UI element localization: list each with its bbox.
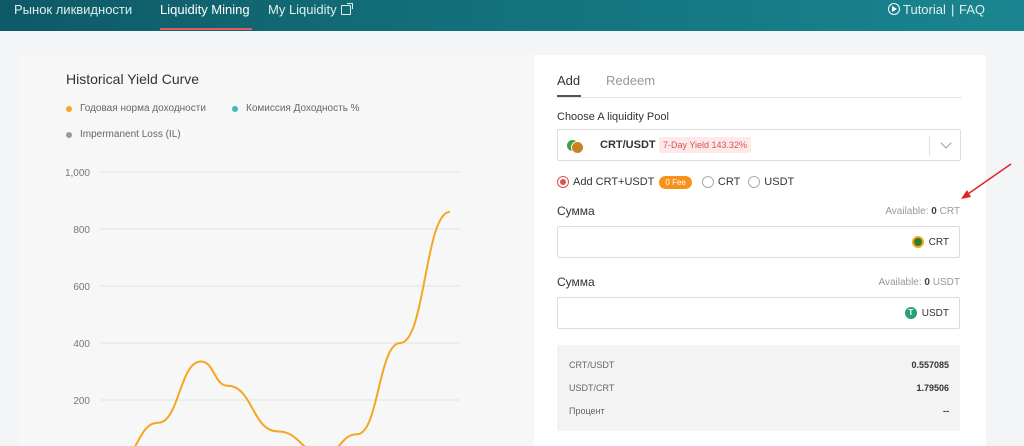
tutorial-label: Tutorial [903,2,946,17]
available-unit: CRT [939,206,960,217]
select-separator [929,136,930,156]
amount2-coin: T USDT [904,307,949,319]
external-link-icon [340,3,353,15]
yield-chart-card: Historical Yield Curve Годовая норма дох… [20,55,534,446]
tab-divider [557,97,962,98]
liquidity-form-card: Add Redeem Choose A liquidity Pool CRT/U… [534,55,986,446]
nav-my-liquidity-label: My Liquidity [268,2,337,17]
y-tick-label: 800 [73,225,90,236]
chevron-down-icon[interactable] [940,137,952,149]
series-line-annual-yield [134,210,451,446]
available-prefix: Available: [885,206,929,217]
info-value: -- [943,406,949,416]
amount1-available: Available: 0 CRT [885,206,960,217]
crt-coin-icon [911,236,924,248]
y-tick-label: 200 [73,396,90,407]
radio-add-both[interactable] [557,176,569,188]
amount1-coin: CRT [911,236,949,248]
tab-add[interactable]: Add [557,73,580,88]
nav-my-liquidity[interactable]: My Liquidity [268,1,353,19]
usdt-coin-icon: T [904,307,917,319]
info-label: USDT/CRT [569,383,615,393]
faq-link[interactable]: FAQ [959,1,985,19]
y-tick-label: 400 [73,339,90,350]
y-tick-label: 600 [73,282,90,293]
radio-label-crt: CRT [717,176,741,188]
nav-separator: | [951,2,955,17]
active-nav-indicator [160,28,252,30]
amount1-input[interactable]: CRT [557,226,960,258]
info-label: Процент [569,406,605,416]
available-unit: USDT [932,277,960,288]
yield-badge: 7-Day Yield 143.32% [659,137,752,153]
yield-chart: 1,000 800 600 400 200 [65,168,460,446]
pool-coin-pair-icon [566,138,584,154]
y-tick-label: 1,000 [65,168,90,179]
info-row: Процент -- [569,406,949,416]
radio-usdt[interactable] [748,176,761,188]
amount2-coin-label: USDT [921,307,949,319]
add-mode-options: Add CRT+USDT 0 Fee CRT USDT [557,173,802,191]
available-value: 0 [931,206,937,217]
pool-name: CRT/USDT [600,139,656,151]
amount2-label: Сумма [557,275,595,289]
nav-liquidity-mining[interactable]: Liquidity Mining [160,1,250,19]
radio-label-usdt: USDT [764,176,795,188]
info-value: 0.557085 [911,360,949,370]
rate-info-panel: CRT/USDT 0.557085 USDT/CRT 1.79506 Проце… [557,345,960,431]
tab-redeem[interactable]: Redeem [606,73,655,88]
info-row: USDT/CRT 1.79506 [569,383,949,393]
radio-crt[interactable] [701,176,714,188]
amount1-label: Сумма [557,204,595,218]
amount2-available: Available: 0 USDT [878,277,960,288]
radio-label-add-both: Add CRT+USDT [573,176,655,188]
fee-badge: 0 Fee [659,175,692,189]
nav-liquidity-market[interactable]: Рынок ликвидности [14,1,132,19]
play-icon [888,3,900,15]
top-nav: Рынок ликвидности Liquidity Mining My Li… [0,0,1024,31]
amount2-input[interactable]: T USDT [557,297,960,329]
available-prefix: Available: [878,277,922,288]
tutorial-link[interactable]: Tutorial [888,1,946,19]
info-label: CRT/USDT [569,360,615,370]
pool-label: Choose A liquidity Pool [557,111,669,123]
amount1-coin-label: CRT [928,236,949,248]
available-value: 0 [924,277,930,288]
info-row: CRT/USDT 0.557085 [569,360,949,370]
info-value: 1.79506 [916,383,949,393]
annotation-arrow-icon [961,163,1012,199]
pool-select[interactable]: CRT/USDT 7-Day Yield 143.32% [557,129,961,161]
